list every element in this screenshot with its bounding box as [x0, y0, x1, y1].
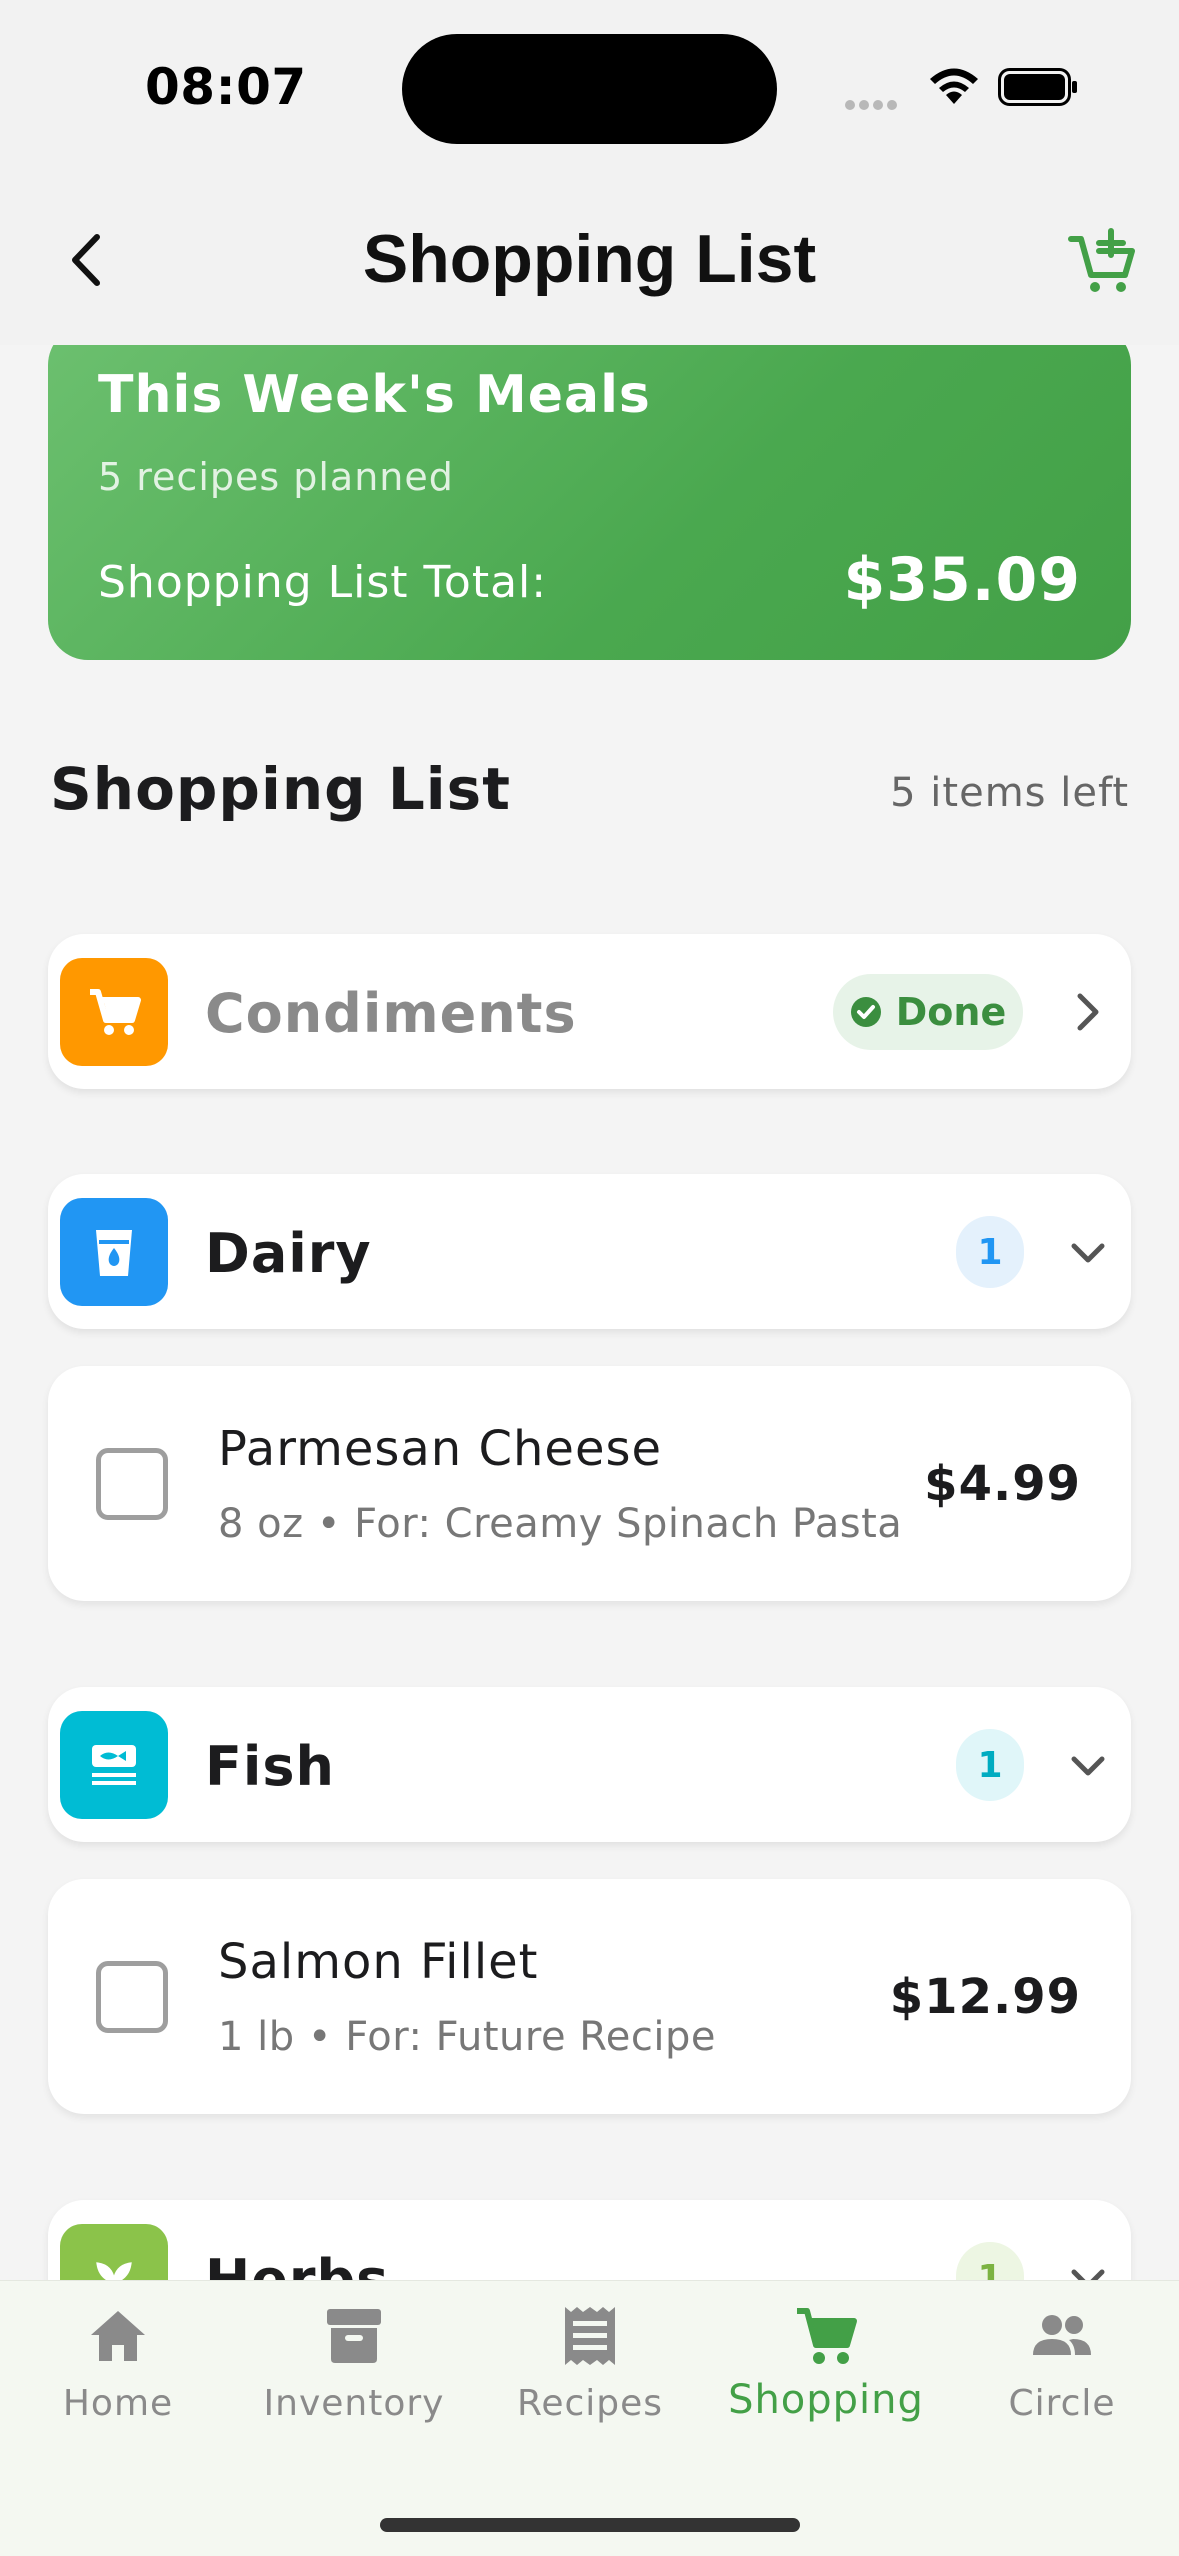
archive-icon — [327, 2309, 381, 2363]
category-name: Condiments — [205, 982, 577, 1045]
tab-inventory[interactable]: Inventory — [236, 2301, 472, 2461]
status-time: 08:07 — [145, 58, 307, 116]
status-bar: 08:07 — [0, 0, 1179, 170]
chevron-down-icon — [1071, 1243, 1105, 1263]
tab-bar: Home Inventory Recipes Shopping Circle — [0, 2280, 1179, 2556]
category-dairy[interactable]: Dairy 1 — [48, 1174, 1131, 1329]
total-label: Shopping List Total: — [98, 557, 548, 608]
tab-recipes[interactable]: Recipes — [472, 2301, 708, 2461]
item-checkbox[interactable] — [96, 1961, 168, 2033]
status-badge: Done — [833, 974, 1023, 1050]
meals-subtitle: 5 recipes planned — [98, 455, 454, 499]
list-item: Parmesan Cheese 8 oz • For: Creamy Spina… — [48, 1366, 1131, 1601]
items-left-count: 5 items left — [890, 770, 1129, 816]
list-item: Salmon Fillet 1 lb • For: Future Recipe … — [48, 1879, 1131, 2114]
cup-icon — [60, 1198, 168, 1306]
scroll-content[interactable]: This Week's Meals 5 recipes planned Shop… — [0, 345, 1179, 2280]
navigation-bar: Shopping List — [0, 170, 1179, 345]
receipt-icon — [565, 2307, 615, 2365]
count-badge: 1 — [956, 1216, 1024, 1288]
chevron-down-icon — [1071, 2269, 1105, 2280]
total-value: $35.09 — [843, 545, 1081, 615]
home-indicator[interactable] — [380, 2518, 800, 2532]
tab-label: Circle — [1008, 2383, 1116, 2424]
item-name: Salmon Fillet — [218, 1934, 539, 1990]
fish-icon — [60, 1711, 168, 1819]
wifi-icon — [930, 68, 978, 104]
count-badge: 1 — [956, 1729, 1024, 1801]
cart-icon — [60, 958, 168, 1066]
count-badge: 1 — [956, 2242, 1024, 2280]
tab-circle[interactable]: Circle — [944, 2301, 1179, 2461]
page-title: Shopping List — [362, 221, 817, 297]
cart-add-icon[interactable] — [1065, 225, 1140, 300]
item-price: $12.99 — [889, 1969, 1081, 2025]
battery-icon — [998, 68, 1077, 106]
tab-label: Inventory — [263, 2383, 445, 2424]
tab-shopping[interactable]: Shopping — [708, 2301, 944, 2461]
category-name: Fish — [205, 1735, 335, 1798]
screen: 08:07 Shopping List This Week's Meals 5 … — [0, 0, 1179, 2556]
cart-icon — [797, 2308, 857, 2364]
tab-label: Recipes — [516, 2383, 664, 2424]
category-condiments[interactable]: Condiments Done — [48, 934, 1131, 1089]
item-meta: 1 lb • For: Future Recipe — [218, 2014, 716, 2060]
people-icon — [1033, 2315, 1091, 2355]
category-name: Dairy — [205, 1222, 372, 1285]
chevron-right-icon — [1077, 993, 1099, 1031]
dynamic-island — [402, 34, 777, 144]
item-price: $4.99 — [924, 1456, 1081, 1512]
category-name: Herbs — [205, 2248, 390, 2280]
tab-label: Shopping — [728, 2377, 924, 2423]
cellular-signal-icon — [845, 95, 901, 114]
meals-summary-card: This Week's Meals 5 recipes planned Shop… — [48, 345, 1131, 660]
section-title: Shopping List — [50, 755, 511, 823]
tab-label: Home — [62, 2383, 174, 2424]
leaf-icon — [60, 2224, 168, 2280]
item-checkbox[interactable] — [96, 1448, 168, 1520]
tab-home[interactable]: Home — [0, 2301, 236, 2461]
status-badge-label: Done — [895, 990, 1007, 1034]
meals-title: This Week's Meals — [98, 365, 651, 425]
item-meta: 8 oz • For: Creamy Spinach Pasta — [218, 1501, 903, 1547]
chevron-down-icon — [1071, 1756, 1105, 1776]
category-herbs[interactable]: Herbs 1 — [48, 2200, 1131, 2280]
home-icon — [91, 2311, 145, 2361]
category-fish[interactable]: Fish 1 — [48, 1687, 1131, 1842]
item-name: Parmesan Cheese — [218, 1421, 663, 1477]
check-circle-icon — [850, 997, 881, 1027]
